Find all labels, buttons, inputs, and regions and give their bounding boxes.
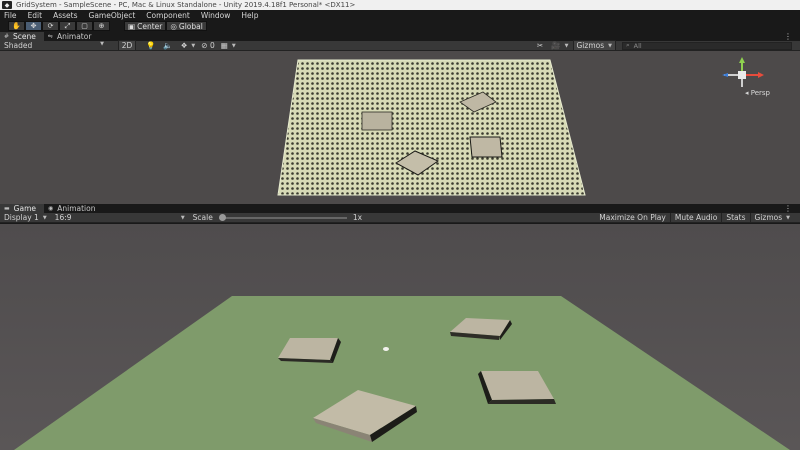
tab-game[interactable]: ▬ Game: [0, 204, 44, 213]
game-right-controls: Maximize On Play Mute Audio Stats Gizmos…: [595, 213, 800, 222]
unity-logo-icon: ◆: [2, 1, 12, 9]
shading-mode-dropdown[interactable]: Shaded ▼: [4, 41, 104, 50]
scale-value: 1x: [352, 213, 363, 222]
global-icon: ◎: [170, 21, 177, 31]
aspect-label: 16:9: [54, 213, 72, 222]
scale-slider-track: [218, 216, 347, 219]
game-icon: ▬: [4, 205, 10, 212]
game-gizmos-dropdown[interactable]: Gizmos ▼: [749, 213, 795, 222]
pivot-global-label: Global: [178, 21, 203, 31]
scale-slider[interactable]: [218, 214, 347, 222]
chevron-down-icon: ▼: [608, 42, 612, 49]
menu-edit[interactable]: Edit: [28, 11, 43, 20]
scene-gizmos-dropdown[interactable]: Gizmos ▼: [572, 40, 616, 51]
tab-animation[interactable]: ◉ Animation: [44, 204, 104, 213]
tab-animator-label: Animator: [56, 32, 92, 41]
effects-icon[interactable]: ❖: [181, 41, 188, 50]
rotate-tool-icon[interactable]: ⟳: [42, 21, 59, 31]
2d-toggle[interactable]: 2D: [118, 40, 136, 51]
game-render: [0, 224, 800, 450]
display-dropdown[interactable]: Display 1 ▼: [4, 213, 47, 222]
pivot-center-icon: ▣: [128, 21, 136, 31]
tab-game-label: Game: [13, 204, 36, 213]
title-bar: ◆ GridSystem - SampleScene - PC, Mac & L…: [0, 0, 800, 10]
chevron-down-icon: ▼: [100, 41, 104, 47]
audio-icon[interactable]: 🔈: [163, 41, 172, 50]
game-sphere: [383, 347, 389, 351]
stats-toggle[interactable]: Stats: [721, 213, 749, 222]
scene-search-input[interactable]: ⌕ All: [622, 41, 792, 50]
hand-tool-icon[interactable]: ✋: [8, 21, 25, 31]
shading-mode-label: Shaded: [4, 41, 33, 50]
scale-slider-handle[interactable]: [218, 214, 226, 221]
scene-gizmos-label: Gizmos: [576, 41, 605, 50]
tab-scene[interactable]: # Scene: [0, 32, 44, 41]
scene-render: [277, 59, 586, 196]
scene-box: [361, 111, 393, 131]
scene-right-controls: ✂ 🎥 ▼ Gizmos ▼ ⌕ All: [537, 40, 800, 51]
menu-bar: File Edit Assets GameObject Component Wi…: [0, 10, 800, 20]
rect-tool-icon[interactable]: ▢: [76, 21, 93, 31]
chevron-down-icon: ▼: [42, 214, 47, 221]
search-placeholder: All: [633, 41, 642, 50]
pivot-toggles: ▣ Center ◎ Global: [124, 21, 207, 31]
projection-toggle[interactable]: ◂ Persp: [745, 89, 770, 97]
animation-icon: ◉: [48, 205, 54, 212]
animator-icon: ⇋: [47, 33, 53, 40]
menu-assets[interactable]: Assets: [53, 11, 77, 20]
menu-help[interactable]: Help: [241, 11, 258, 20]
pivot-center-toggle[interactable]: ▣ Center: [124, 21, 167, 31]
tab-animation-label: Animation: [57, 204, 96, 213]
scene-box: [469, 136, 503, 158]
scene-control-bar: Shaded ▼ 2D 💡 🔈 ❖ ▼ ⊘ 0 ▦ ▼ ✂ 🎥 ▼ Gizmos…: [0, 40, 800, 51]
menu-window[interactable]: Window: [201, 11, 231, 20]
scene-viewport[interactable]: ◂ Persp: [0, 51, 800, 204]
hidden-objects-toggle[interactable]: ⊘ 0: [201, 41, 214, 50]
camera-dropdown-icon[interactable]: ▼: [565, 43, 569, 49]
chevron-down-icon: ▼: [180, 214, 185, 221]
scale-label: Scale: [192, 213, 213, 222]
game-control-bar: Display 1 ▼ 16:9 ▼ Scale 1x Maximize On …: [0, 213, 800, 223]
pivot-center-label: Center: [137, 21, 163, 31]
grid-dropdown-icon[interactable]: ▼: [232, 43, 236, 49]
tab-scene-label: Scene: [13, 32, 36, 41]
aspect-dropdown[interactable]: 16:9 ▼: [55, 213, 185, 222]
game-viewport[interactable]: [0, 224, 800, 450]
tab-animator[interactable]: ⇋ Animator: [44, 32, 100, 41]
camera-icon[interactable]: 🎥: [551, 41, 560, 50]
maximize-on-play-toggle[interactable]: Maximize On Play: [595, 213, 670, 222]
grid-toggle-icon[interactable]: ▦: [221, 41, 228, 50]
menu-gameobject[interactable]: GameObject: [89, 11, 136, 20]
eye-slash-icon: ⊘: [201, 41, 208, 50]
tools-icon[interactable]: ✂: [537, 41, 543, 50]
display-label: Display 1: [4, 213, 39, 222]
lighting-icon[interactable]: 💡: [146, 41, 155, 50]
transform-tool-icon[interactable]: ⊕: [93, 21, 110, 31]
chevron-down-icon: ▼: [786, 214, 790, 221]
projection-label: Persp: [750, 89, 770, 97]
hidden-count: 0: [209, 41, 215, 50]
effects-dropdown-icon[interactable]: ▼: [191, 43, 195, 49]
window-title: GridSystem - SampleScene - PC, Mac & Lin…: [16, 1, 356, 9]
grid-plane: [277, 59, 586, 196]
persp-icon: ◂: [745, 89, 749, 97]
game-panel-menu-icon[interactable]: ⋮: [784, 204, 792, 213]
scene-icon: #: [4, 33, 10, 40]
scale-tool-icon[interactable]: ⤢: [59, 21, 76, 31]
menu-component[interactable]: Component: [146, 11, 190, 20]
mute-audio-toggle[interactable]: Mute Audio: [669, 213, 721, 222]
game-gizmos-label: Gizmos: [754, 213, 783, 222]
main-toolbar: ✋ ✥ ⟳ ⤢ ▢ ⊕ ▣ Center ◎ Global: [0, 20, 800, 32]
menu-file[interactable]: File: [4, 11, 17, 20]
search-icon: ⌕: [626, 41, 630, 49]
pivot-global-toggle[interactable]: ◎ Global: [166, 21, 207, 31]
move-tool-icon[interactable]: ✥: [25, 21, 42, 31]
transform-tools: ✋ ✥ ⟳ ⤢ ▢ ⊕: [8, 21, 110, 31]
game-tab-bar: ▬ Game ◉ Animation ⋮: [0, 204, 800, 213]
